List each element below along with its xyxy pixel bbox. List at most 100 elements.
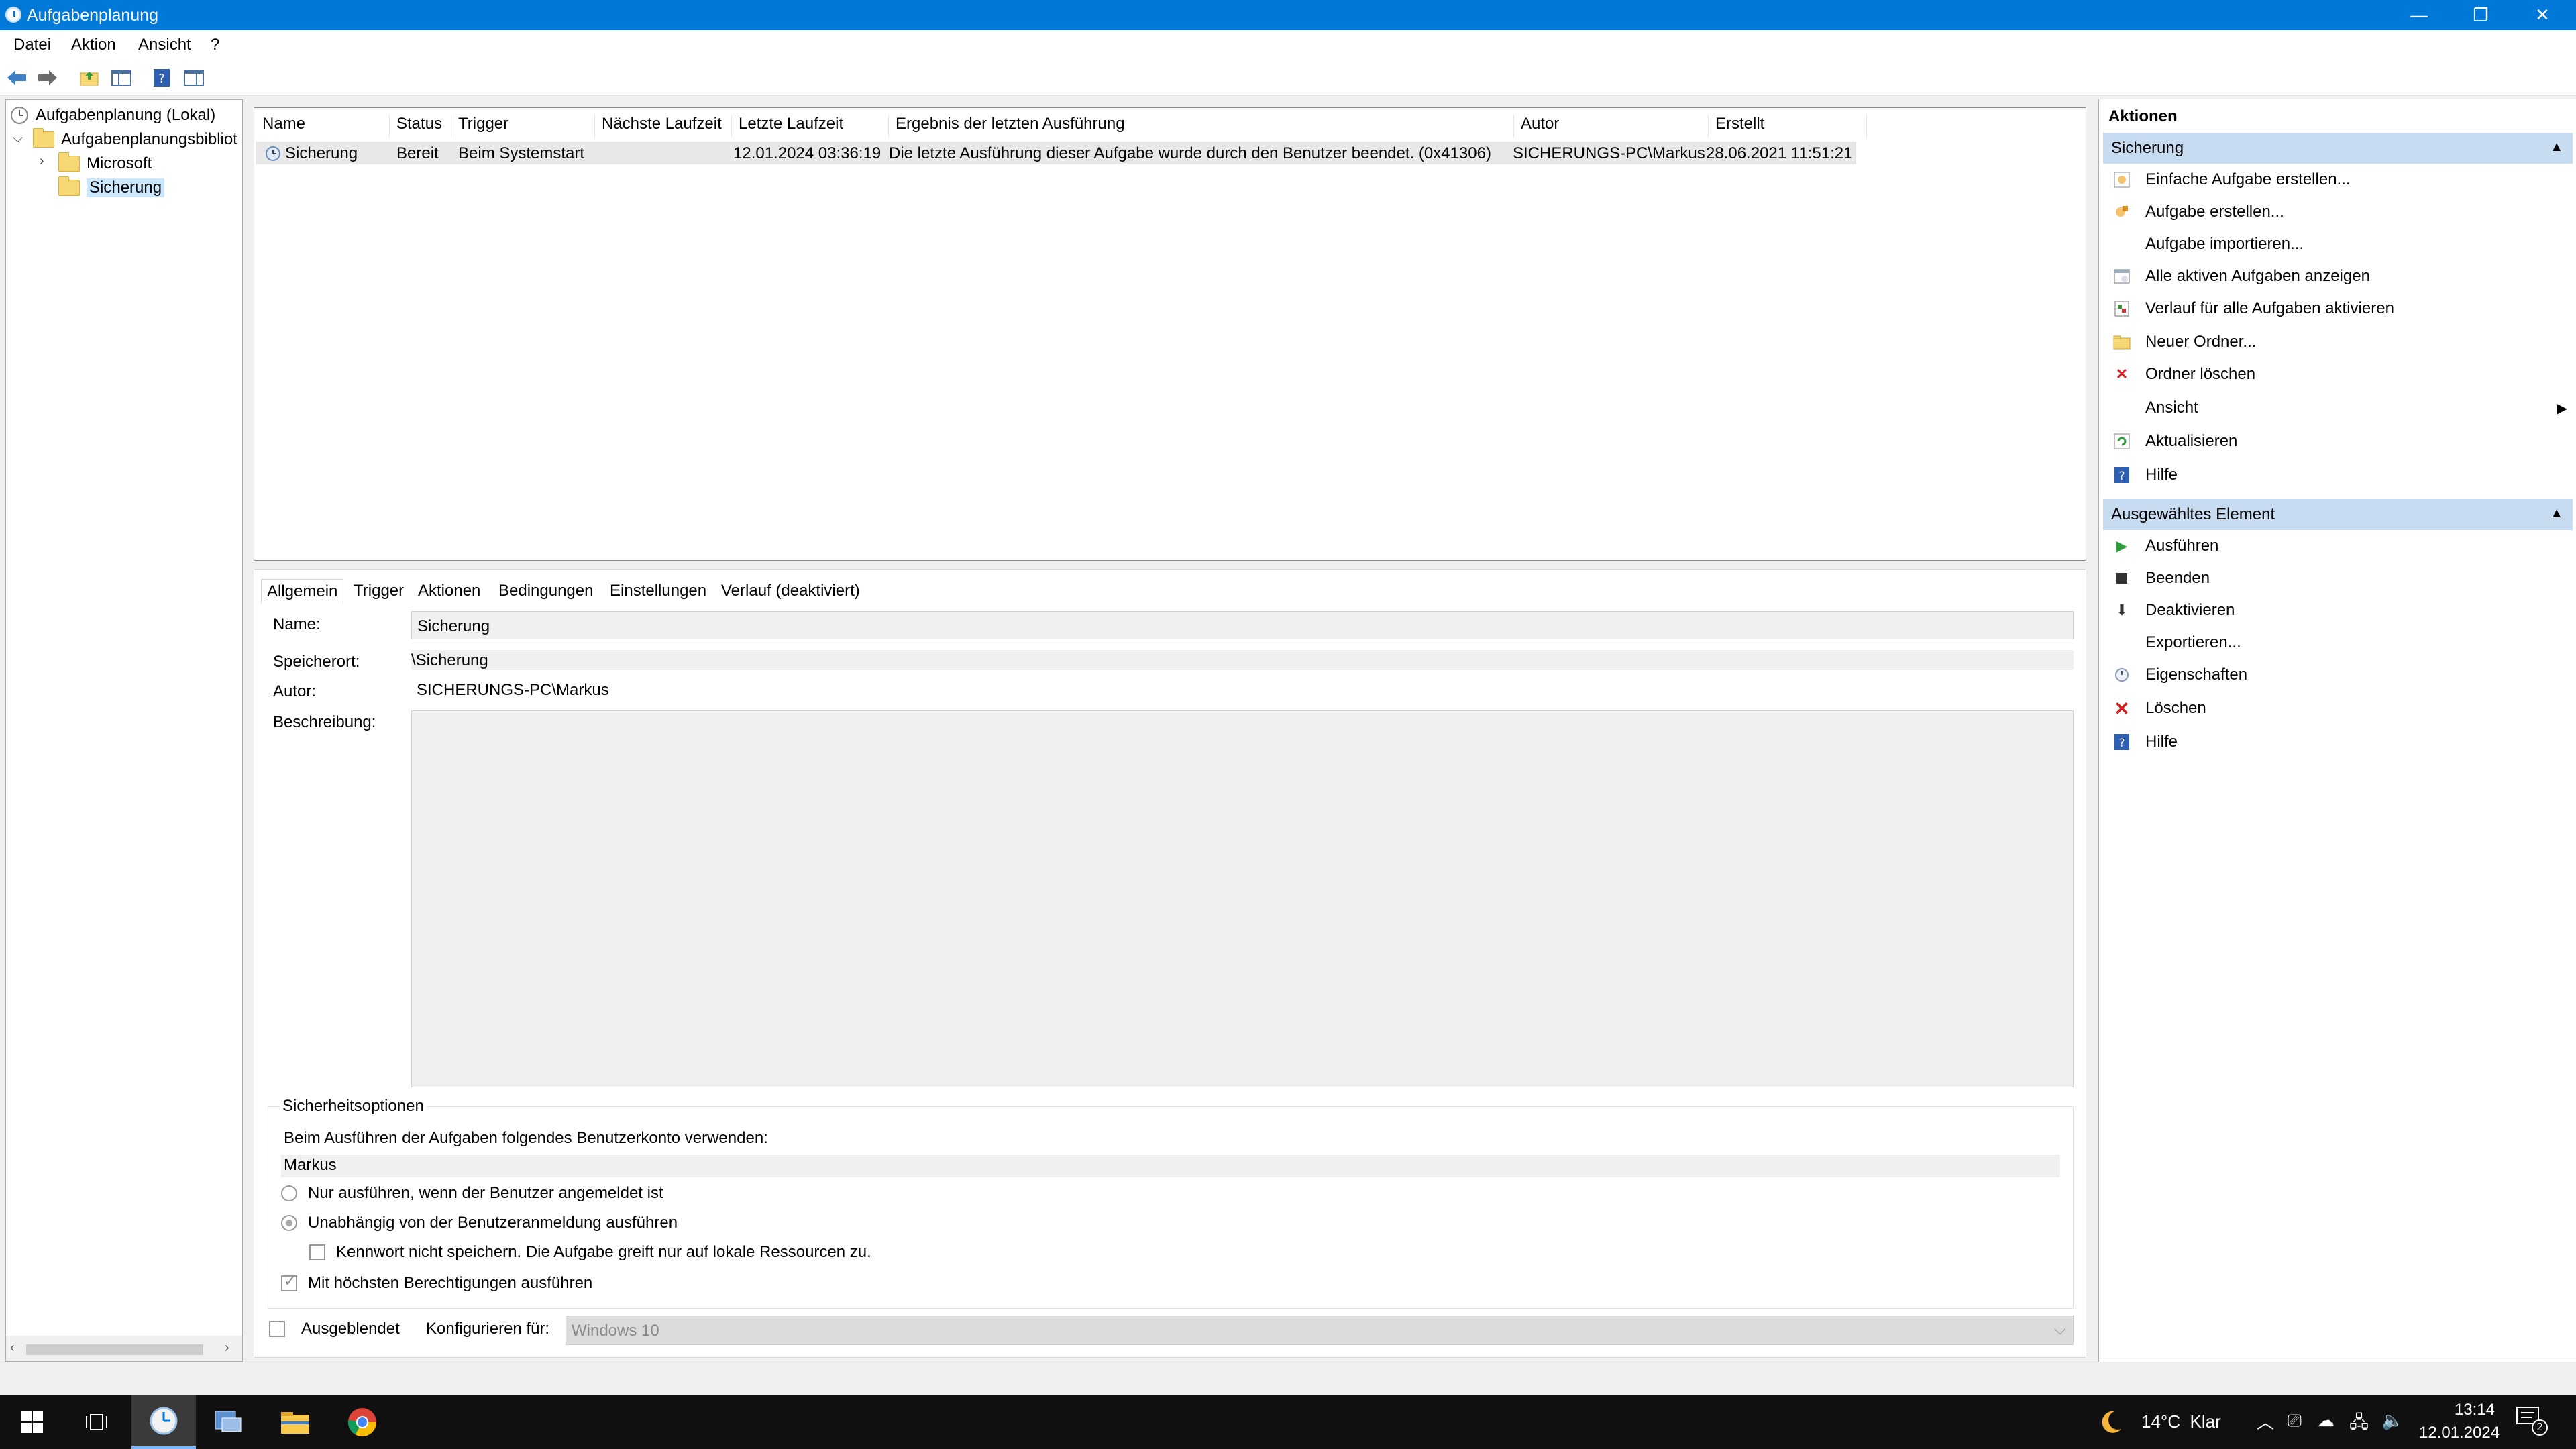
task-scheduler-app-icon [5,7,21,23]
tree-item-microsoft[interactable]: Microsoft [58,152,152,175]
column-header-author[interactable]: Autor [1514,115,1709,138]
menu-datei[interactable]: Datei [13,36,51,54]
action-delete-folder[interactable]: ✕ Ordner löschen [2103,358,2573,390]
onedrive-cloud-icon[interactable]: ☁ [2317,1410,2334,1431]
close-button[interactable]: ✕ [2512,0,2573,30]
network-icon[interactable]: 🖧 [2349,1410,2369,1440]
configure-for-label: Konfigurieren für: [426,1320,550,1338]
column-header-last-run[interactable]: Letzte Laufzeit [732,115,889,138]
tab-allgemein[interactable]: Allgemein [261,579,344,604]
action-import-task[interactable]: Aufgabe importieren... [2103,228,2573,260]
collapse-icon[interactable]: ⌵ [13,131,23,146]
no-password-checkbox[interactable] [309,1244,325,1260]
section-header-selected-item[interactable]: Ausgewähltes Element ▲ [2103,499,2573,530]
action-show-running[interactable]: Alle aktiven Aufgaben anzeigen [2103,260,2573,292]
tab-verlauf[interactable]: Verlauf (deaktiviert) [716,579,865,603]
show-hide-tree-icon[interactable] [110,66,133,89]
action-properties[interactable]: Eigenschaften [2103,659,2573,691]
menu-ansicht[interactable]: Ansicht [138,36,191,54]
action-label: Aufgabe importieren... [2145,235,2304,253]
back-arrow-icon[interactable] [5,66,28,89]
action-view[interactable]: Ansicht ▶ [2103,392,2573,424]
column-header-result[interactable]: Ergebnis der letzten Ausführung [889,115,1514,138]
task-status-cell: Bereit [396,144,439,162]
task-result-cell: Die letzte Ausführung dieser Aufgabe wur… [889,144,1491,162]
account-value: Markus [281,1155,2060,1177]
status-bar [0,1362,2576,1395]
taskbar: 14°C Klar ︿ ⎚ ☁ 🖧 🔈 13:14 12.01.2024 2 [0,1395,2576,1449]
action-help-selected[interactable]: ? Hilfe [2103,726,2573,758]
action-run[interactable]: ▶ Ausführen [2103,530,2573,562]
column-header-name[interactable]: Name [256,115,390,138]
collapse-up-icon[interactable]: ▲ [2550,140,2563,155]
tree-horizontal-scrollbar[interactable]: ‹ › [6,1336,242,1361]
action-export[interactable]: Exportieren... [2103,627,2573,659]
volume-icon[interactable]: 🔈 [2381,1410,2403,1431]
name-field[interactable]: Sicherung [411,611,2074,639]
action-help[interactable]: ? Hilfe [2103,459,2573,491]
up-folder-icon[interactable] [78,66,101,89]
author-value: SICHERUNGS-PC\Markus [411,680,2074,700]
action-enable-history[interactable]: Verlauf für alle Aufgaben aktivieren [2103,292,2573,325]
task-view-button[interactable] [64,1395,129,1449]
show-hide-action-pane-icon[interactable] [182,66,205,89]
tab-bedingungen[interactable]: Bedingungen [493,579,598,603]
help-icon[interactable]: ? [150,66,173,89]
scrollbar-thumb[interactable] [26,1344,203,1355]
column-header-trigger[interactable]: Trigger [451,115,595,138]
restore-button[interactable]: ❐ [2450,0,2512,30]
description-field[interactable] [411,710,2074,1087]
tree-root[interactable]: Aufgabenplanung (Lokal) [10,104,215,127]
task-created-cell: 28.06.2021 11:51:21 [1706,144,1853,162]
weather-moon-icon[interactable] [2097,1409,2124,1436]
taskbar-chrome[interactable] [330,1395,394,1449]
action-simple-task[interactable]: Einfache Aufgabe erstellen... [2103,164,2573,196]
action-disable[interactable]: ⬇ Deaktivieren [2103,594,2573,627]
taskbar-file-explorer[interactable] [263,1395,327,1449]
taskbar-task-scheduler[interactable] [131,1395,196,1449]
clock-date[interactable]: 12.01.2024 [2419,1424,2500,1442]
actions-header: Aktionen [2108,107,2178,125]
tree-library[interactable]: Aufgabenplanungsbibliot [33,128,237,151]
configure-for-select[interactable]: Windows 10 ⌵ [566,1316,2074,1345]
svg-text:?: ? [2118,470,2125,483]
expand-icon[interactable]: › [40,154,44,169]
taskbar-app[interactable] [196,1395,260,1449]
menu-aktion[interactable]: Aktion [71,36,116,54]
weather-text[interactable]: 14°C Klar [2141,1411,2221,1432]
scroll-left-icon[interactable]: ‹ [10,1340,15,1356]
action-refresh[interactable]: Aktualisieren [2103,425,2573,458]
column-header-created[interactable]: Erstellt [1709,115,1867,138]
highest-privileges-checkbox[interactable]: ✓ [281,1273,297,1291]
hidden-checkbox[interactable] [269,1321,285,1337]
forward-arrow-icon[interactable] [36,66,59,89]
meet-now-icon[interactable]: ⎚ [2288,1410,2302,1432]
minimize-button[interactable]: — [2388,0,2450,30]
action-delete[interactable]: ✕ Löschen [2103,692,2573,724]
tree-item-sicherung[interactable]: Sicherung [58,176,165,199]
collapse-up-icon[interactable]: ▲ [2550,506,2563,521]
clock-time[interactable]: 13:14 [2439,1401,2510,1419]
toolbar: ? [0,60,2576,96]
menu-help[interactable]: ? [211,36,219,54]
tab-trigger[interactable]: Trigger [348,579,409,603]
action-new-folder[interactable]: Neuer Ordner... [2103,326,2573,358]
task-name-cell: Sicherung [285,144,358,162]
radio-independent[interactable] [281,1215,297,1231]
column-header-next-run[interactable]: Nächste Laufzeit [595,115,732,138]
stop-icon [2112,569,2131,588]
column-header-status[interactable]: Status [390,115,451,138]
scroll-right-icon[interactable]: › [225,1340,229,1356]
task-details-panel: Allgemein Trigger Aktionen Bedingungen E… [254,569,2086,1358]
action-create-task[interactable]: Aufgabe erstellen... [2103,196,2573,228]
refresh-icon [2112,432,2131,451]
show-hidden-icons-chevron-icon[interactable]: ︿ [2257,1409,2274,1434]
radio-logged-on[interactable] [281,1185,297,1201]
tab-einstellungen[interactable]: Einstellungen [604,579,712,603]
splitter[interactable] [244,99,252,1362]
action-end[interactable]: Beenden [2103,562,2573,594]
start-button[interactable] [0,1395,64,1449]
notification-center-button[interactable]: 2 [2516,1406,2548,1438]
section-header-sicherung[interactable]: Sicherung ▲ [2103,133,2573,164]
tab-aktionen[interactable]: Aktionen [413,579,486,603]
